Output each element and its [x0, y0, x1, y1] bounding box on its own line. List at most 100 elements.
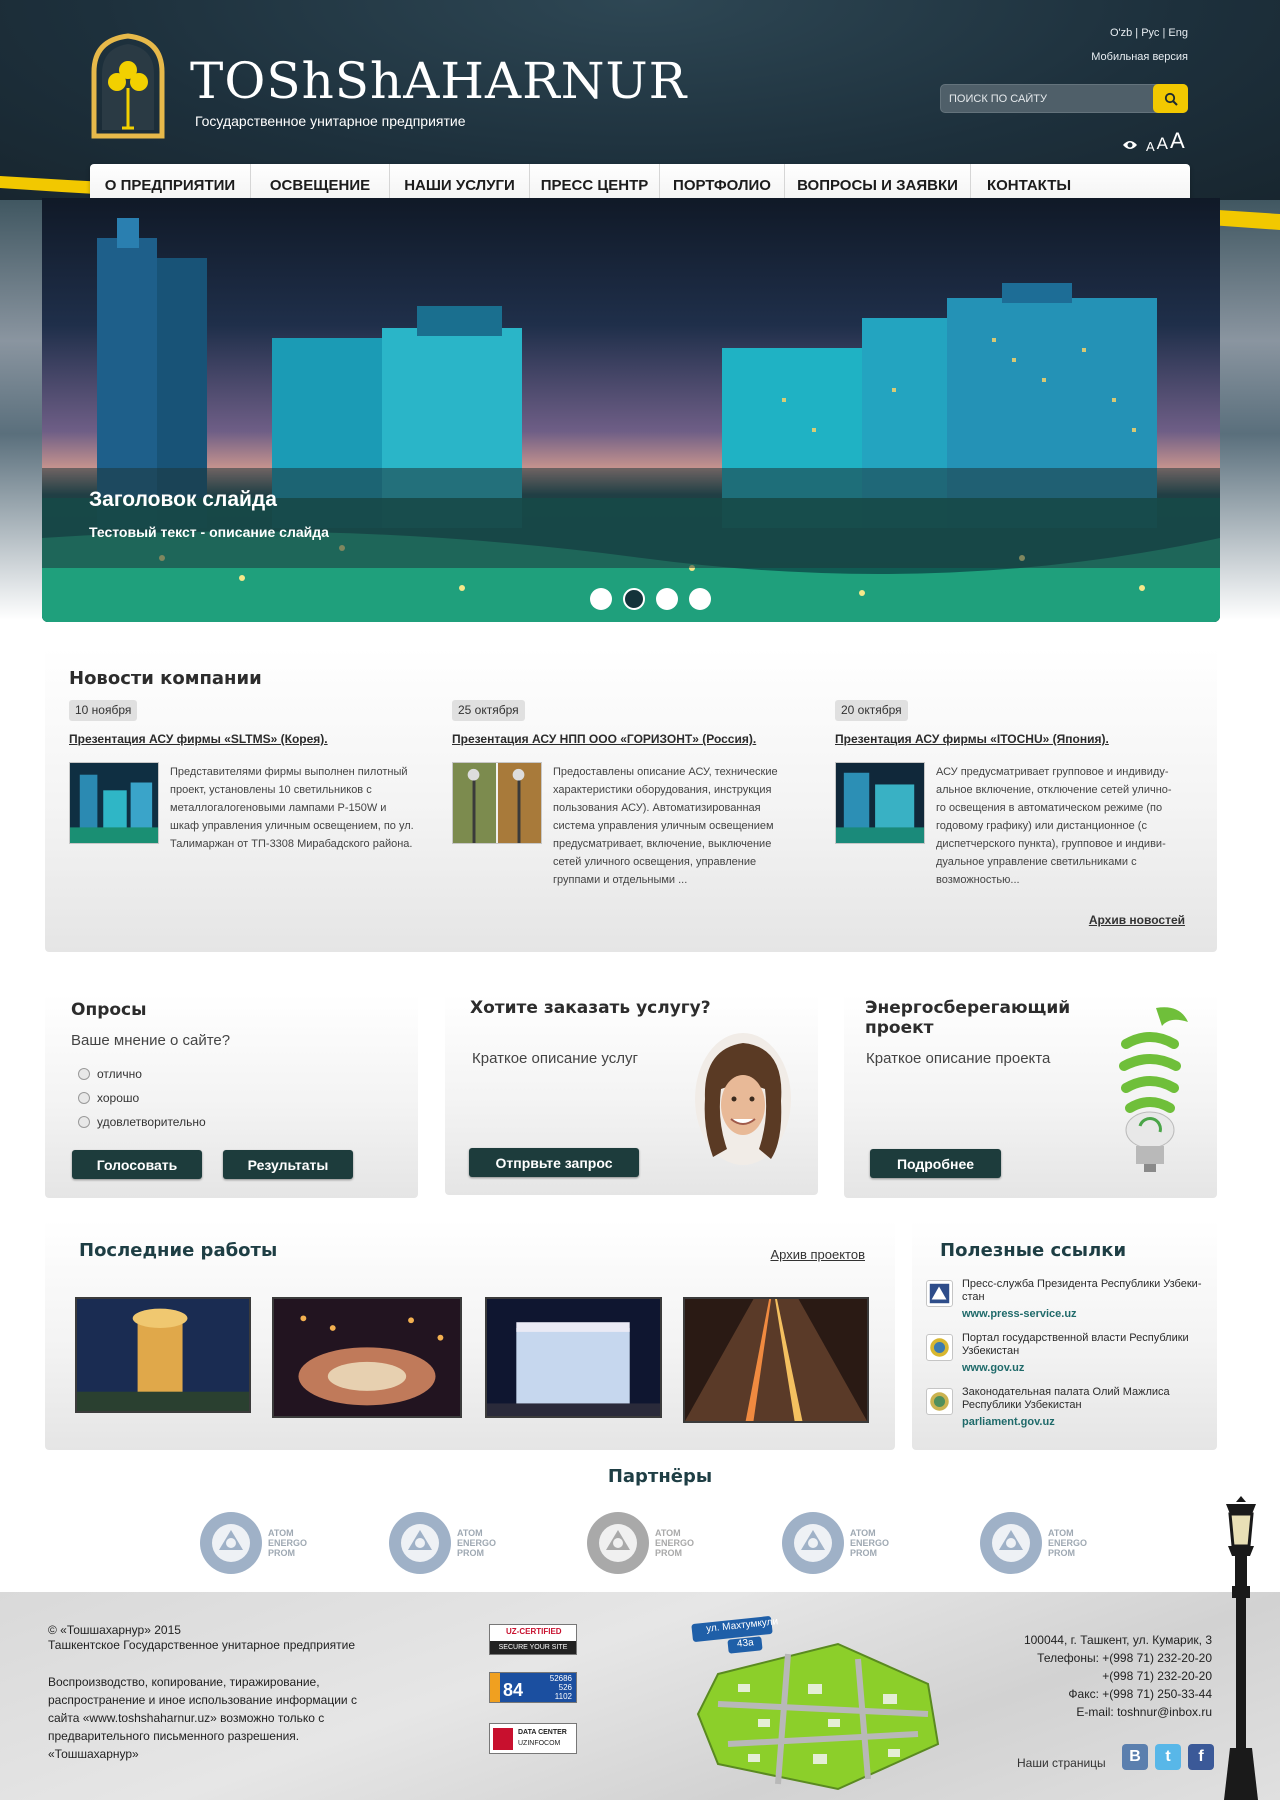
street-lamp-decoration: [1224, 1496, 1258, 1800]
partner-name-line: ATOM: [1048, 1528, 1074, 1538]
counter-stripe: [490, 1673, 500, 1702]
language-switcher: O'zb | Рус | Eng: [1109, 27, 1188, 39]
partner-name-line: ENERGO: [655, 1538, 695, 1548]
uz-certified-badge[interactable]: UZ-CERTIFIED SECURE YOUR SITE: [489, 1624, 577, 1655]
footer-fax: Факс: +(998 71) 250-33-44: [1068, 1687, 1212, 1701]
send-request-button[interactable]: Отпрвьте запрос: [469, 1148, 639, 1177]
search-button[interactable]: [1153, 84, 1188, 113]
facebook-icon[interactable]: f: [1188, 1744, 1214, 1770]
news-date: 10 ноября: [69, 700, 138, 721]
lang-uzbek[interactable]: O'zb: [1110, 27, 1132, 39]
poll-option-label: удовлетворительно: [97, 1115, 206, 1129]
details-button[interactable]: Подробнее: [870, 1149, 1001, 1178]
news-item: 20 октября Презентация АСУ фирмы «ITOCHU…: [835, 700, 1175, 900]
counter-stat: 526: [558, 1683, 572, 1692]
useful-link-url[interactable]: parliament.gov.uz: [962, 1416, 1055, 1428]
radio-button[interactable]: [78, 1116, 90, 1128]
footer-email[interactable]: E-mail: toshnur@inbox.ru: [1024, 1703, 1212, 1721]
poll-option[interactable]: отлично: [78, 1067, 142, 1081]
work-photo[interactable]: [75, 1297, 251, 1413]
order-box: Хотите заказать услугу? Краткое описание…: [445, 994, 818, 1195]
poll-option[interactable]: удовлетворительно: [78, 1115, 206, 1129]
radio-button[interactable]: [78, 1092, 90, 1104]
parliament-emblem-icon: [926, 1388, 953, 1415]
news-headline-link[interactable]: Презентация АСУ фирмы «SLTMS» (Корея).: [69, 732, 328, 746]
partner-name-line: ENERGO: [1048, 1538, 1088, 1548]
work-photo[interactable]: [272, 1297, 462, 1418]
slider-dot-2[interactable]: [623, 588, 645, 610]
news-thumbnail[interactable]: [69, 762, 159, 844]
counter-stats: 52686 526 1102: [550, 1674, 572, 1701]
footer-phone: Телефоны: +(998 71) 232-20-20: [1037, 1651, 1212, 1665]
footer-copyright: © «Тошшахарнур» 2015: [48, 1623, 181, 1637]
footer-contacts: 100044, г. Ташкент, ул. Кумарик, 3 Телеф…: [1024, 1631, 1212, 1721]
font-size-small[interactable]: A: [1146, 139, 1155, 154]
uzcert-sub: SECURE YOUR SITE: [490, 1641, 576, 1654]
datacenter-label: DATA CENTER: [518, 1729, 567, 1736]
slider-dot-3[interactable]: [656, 588, 678, 610]
location-map[interactable]: [688, 1614, 948, 1794]
vkontakte-icon[interactable]: В: [1122, 1744, 1148, 1770]
news-item: 10 ноября Презентация АСУ фирмы «SLTMS» …: [69, 700, 414, 900]
partner-name-line: PROM: [850, 1548, 877, 1558]
partner-logo[interactable]: ATOM ENERGO PROM: [585, 1510, 694, 1580]
news-headline-link[interactable]: Презентация АСУ фирмы «ITOCHU» (Япония).: [835, 732, 1109, 746]
news-text: Представителями фирмы выполнен пилотный …: [170, 766, 414, 850]
news-thumbnail[interactable]: [835, 762, 925, 844]
datacenter-sub: UZINFOCOM: [518, 1740, 561, 1747]
partner-name-line: PROM: [268, 1548, 295, 1558]
partner-name-line: PROM: [655, 1548, 682, 1558]
news-text: АСУ предусматривает групповое и индивиду…: [936, 766, 1172, 886]
vote-button[interactable]: Голосовать: [72, 1150, 202, 1179]
slider-dot-4[interactable]: [689, 588, 711, 610]
lang-english[interactable]: Eng: [1168, 27, 1188, 39]
slide-title: Заголовок слайда: [89, 488, 277, 511]
mobile-version-link[interactable]: Мобильная версия: [1091, 51, 1188, 63]
woman-photo: [695, 1033, 791, 1165]
projects-archive-link[interactable]: Архив проектов: [770, 1247, 865, 1262]
atom-logo-icon: [782, 1512, 844, 1574]
partner-logo[interactable]: ATOM ENERGO PROM: [198, 1510, 307, 1580]
useful-link-url[interactable]: www.press-service.uz: [962, 1308, 1077, 1320]
news-section: Новости компании 10 ноября Презентация А…: [45, 648, 1217, 952]
news-headline-link[interactable]: Презентация АСУ НПП ООО «ГОРИЗОНТ» (Росс…: [452, 732, 756, 746]
atom-logo-icon: [587, 1512, 649, 1574]
partner-logo[interactable]: ATOM ENERGO PROM: [387, 1510, 496, 1580]
counter-stat: 52686: [549, 1674, 572, 1683]
partner-name-line: ENERGO: [268, 1538, 308, 1548]
partner-name-line: ENERGO: [850, 1538, 890, 1548]
lang-russian[interactable]: Рус: [1141, 27, 1159, 39]
useful-link-text[interactable]: Законодательная палата Олий Мажлиса Респ…: [962, 1386, 1212, 1412]
news-date: 20 октября: [835, 700, 908, 721]
counter-badge[interactable]: 84 52686 526 1102: [489, 1672, 577, 1703]
news-thumbnail[interactable]: [452, 762, 542, 844]
poll-box: Опросы Ваше мнение о сайте? отлично хоро…: [45, 994, 418, 1198]
partner-logo[interactable]: ATOM ENERGO PROM: [978, 1510, 1087, 1580]
results-button[interactable]: Результаты: [223, 1150, 353, 1179]
news-item: 25 октября Презентация АСУ НПП ООО «ГОРИ…: [452, 700, 792, 900]
work-photo[interactable]: [485, 1297, 662, 1418]
poll-option[interactable]: хорошо: [78, 1091, 139, 1105]
logo[interactable]: [88, 32, 168, 142]
search-input[interactable]: [949, 91, 1139, 107]
partner-name: ATOM ENERGO PROM: [850, 1528, 889, 1558]
footer-legal: Воспроизводство, копирование, тиражирова…: [48, 1675, 357, 1761]
partner-name-line: ATOM: [268, 1528, 294, 1538]
useful-link-url[interactable]: www.gov.uz: [962, 1362, 1024, 1374]
useful-link-text[interactable]: Портал государственной власти Республики…: [962, 1332, 1212, 1358]
partner-name: ATOM ENERGO PROM: [1048, 1528, 1087, 1558]
useful-links-section: Полезные ссылки Пресс-служба Президента …: [912, 1220, 1217, 1450]
news-archive-link[interactable]: Архив новостей: [1089, 913, 1185, 927]
radio-button[interactable]: [78, 1068, 90, 1080]
datacenter-badge[interactable]: DATA CENTER UZINFOCOM: [489, 1723, 577, 1754]
slider-dot-1[interactable]: [590, 588, 612, 610]
eye-icon[interactable]: [1122, 139, 1138, 151]
footer-address: 100044, г. Ташкент, ул. Кумарик, 3: [1023, 1633, 1212, 1647]
partner-name: ATOM ENERGO PROM: [268, 1528, 307, 1558]
twitter-icon[interactable]: t: [1155, 1744, 1181, 1770]
font-size-large[interactable]: A: [1170, 128, 1185, 154]
work-photo[interactable]: [683, 1297, 869, 1423]
useful-link-text[interactable]: Пресс-служба Президента Республики Узбек…: [962, 1278, 1212, 1304]
partner-logo[interactable]: ATOM ENERGO PROM: [780, 1510, 889, 1580]
font-size-medium[interactable]: A: [1157, 134, 1168, 154]
